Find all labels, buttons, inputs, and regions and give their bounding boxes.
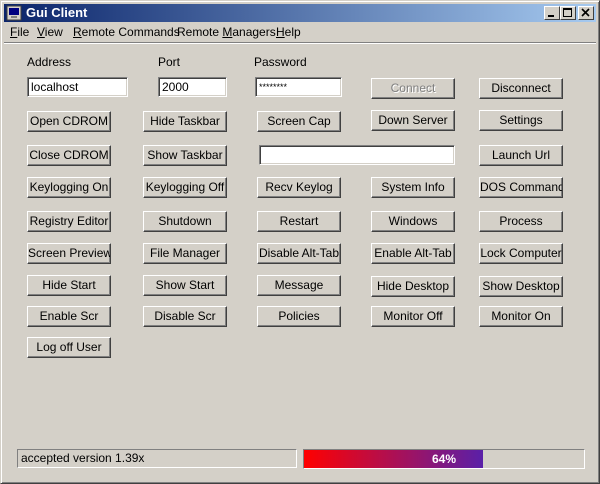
menu-bar: File View Remote Commands Remote Manager… <box>4 23 596 41</box>
screen-cap-button[interactable]: Screen Cap <box>257 111 341 132</box>
password-label: Password <box>254 55 307 69</box>
policies-button[interactable]: Policies <box>257 306 341 327</box>
hide-desktop-button[interactable]: Hide Desktop <box>371 276 455 297</box>
log-off-user-button[interactable]: Log off User <box>27 337 111 358</box>
windows-button[interactable]: Windows <box>371 211 455 232</box>
disable-scr-button[interactable]: Disable Scr <box>143 306 227 327</box>
close-icon <box>581 8 590 17</box>
status-bar: accepted version 1.39x <box>17 449 297 468</box>
system-info-button[interactable]: System Info <box>371 177 455 198</box>
show-taskbar-button[interactable]: Show Taskbar <box>143 145 227 166</box>
registry-editor-button[interactable]: Registry Editor <box>27 211 111 232</box>
menu-file[interactable]: File <box>10 25 29 39</box>
process-button[interactable]: Process <box>479 211 563 232</box>
menu-remote-commands[interactable]: Remote Commands <box>73 25 180 39</box>
monitor-on-button[interactable]: Monitor On <box>479 306 563 327</box>
recv-keylog-button[interactable]: Recv Keylog <box>257 177 341 198</box>
disable-alt-tab-button[interactable]: Disable Alt-Tab <box>257 243 341 264</box>
title-bar[interactable]: Gui Client <box>4 4 596 22</box>
maximize-button[interactable] <box>560 6 576 20</box>
file-manager-button[interactable]: File Manager <box>143 243 227 264</box>
hide-start-button[interactable]: Hide Start <box>27 275 111 296</box>
shutdown-button[interactable]: Shutdown <box>143 211 227 232</box>
address-input[interactable] <box>27 77 128 97</box>
dos-command-button[interactable]: DOS Command <box>479 177 563 198</box>
menu-remote-managers[interactable]: Remote Managers <box>177 25 276 39</box>
open-cdrom-button[interactable]: Open CDROM <box>27 111 111 132</box>
gui-client-window: Gui Client File View Remote Commands Rem… <box>0 0 600 484</box>
show-desktop-button[interactable]: Show Desktop <box>479 276 563 297</box>
window-title: Gui Client <box>26 5 88 20</box>
address-label: Address <box>27 55 72 69</box>
lock-computer-button[interactable]: Lock Computer <box>479 243 563 264</box>
progress-bar: 64% <box>303 449 585 469</box>
disconnect-button[interactable]: Disconnect <box>479 78 563 99</box>
restart-button[interactable]: Restart <box>257 211 341 232</box>
menu-view[interactable]: View <box>37 25 63 39</box>
progress-label: 64% <box>431 452 457 466</box>
minimize-button[interactable] <box>544 6 560 20</box>
url-input[interactable] <box>259 145 455 165</box>
screen-preview-button[interactable]: Screen Preview <box>27 243 111 264</box>
down-server-button[interactable]: Down Server <box>371 110 455 131</box>
close-cdrom-button[interactable]: Close CDROM <box>27 145 111 166</box>
password-input[interactable] <box>255 77 342 97</box>
enable-alt-tab-button[interactable]: Enable Alt-Tab <box>371 243 455 264</box>
app-icon <box>6 5 22 21</box>
keylogging-off-button[interactable]: Keylogging Off <box>143 177 227 198</box>
hide-taskbar-button[interactable]: Hide Taskbar <box>143 111 227 132</box>
close-button[interactable] <box>578 6 594 20</box>
port-label: Port <box>158 55 181 69</box>
connect-button[interactable]: Connect <box>371 78 455 99</box>
maximize-icon <box>563 8 572 17</box>
launch-url-button[interactable]: Launch Url <box>479 145 563 166</box>
menu-separator <box>4 42 596 44</box>
show-start-button[interactable]: Show Start <box>143 275 227 296</box>
message-button[interactable]: Message <box>257 275 341 296</box>
minimize-icon <box>548 15 554 17</box>
menu-help[interactable]: Help <box>276 25 301 39</box>
port-input[interactable] <box>158 77 227 97</box>
monitor-off-button[interactable]: Monitor Off <box>371 306 455 327</box>
settings-button[interactable]: Settings <box>479 110 563 131</box>
keylogging-on-button[interactable]: Keylogging On <box>27 177 111 198</box>
enable-scr-button[interactable]: Enable Scr <box>27 306 111 327</box>
